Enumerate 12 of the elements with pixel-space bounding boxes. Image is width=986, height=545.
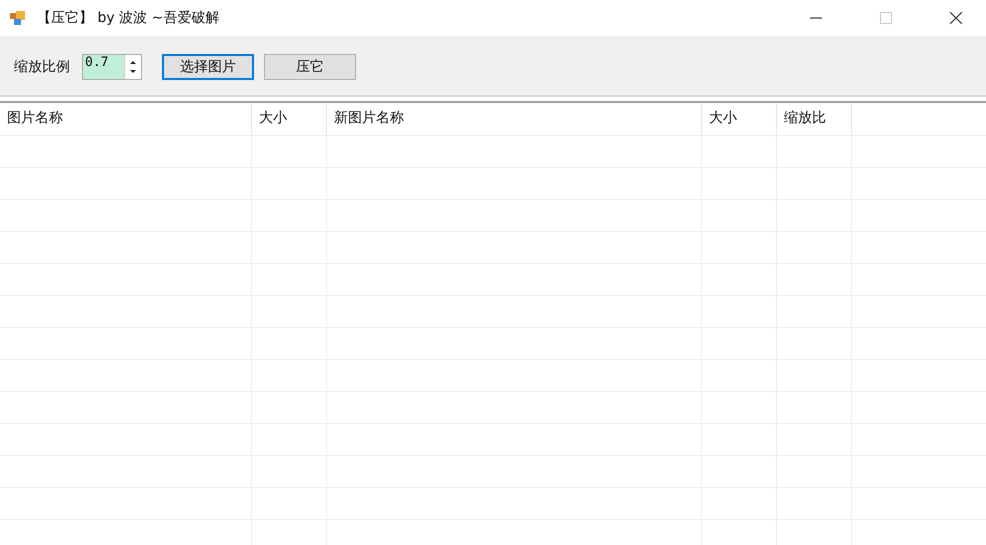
close-icon[interactable] xyxy=(950,12,962,24)
window-title: 【压它】 by 波波 ~吾爱破解 xyxy=(37,9,220,27)
column-header[interactable]: 图片名称 xyxy=(0,103,252,135)
column-header[interactable]: 大小 xyxy=(702,103,777,135)
toolbar-button[interactable]: 压它 xyxy=(264,54,356,80)
scale-spinner[interactable]: 0.7 xyxy=(82,54,142,80)
column-header[interactable]: 缩放比 xyxy=(777,103,852,135)
scale-label: 缩放比例 xyxy=(14,58,70,76)
app-icon xyxy=(9,10,27,26)
column-header[interactable]: 大小 xyxy=(252,103,327,135)
toolbar-button[interactable]: 选择图片 xyxy=(162,54,254,80)
column-header[interactable]: 新图片名称 xyxy=(327,103,702,135)
